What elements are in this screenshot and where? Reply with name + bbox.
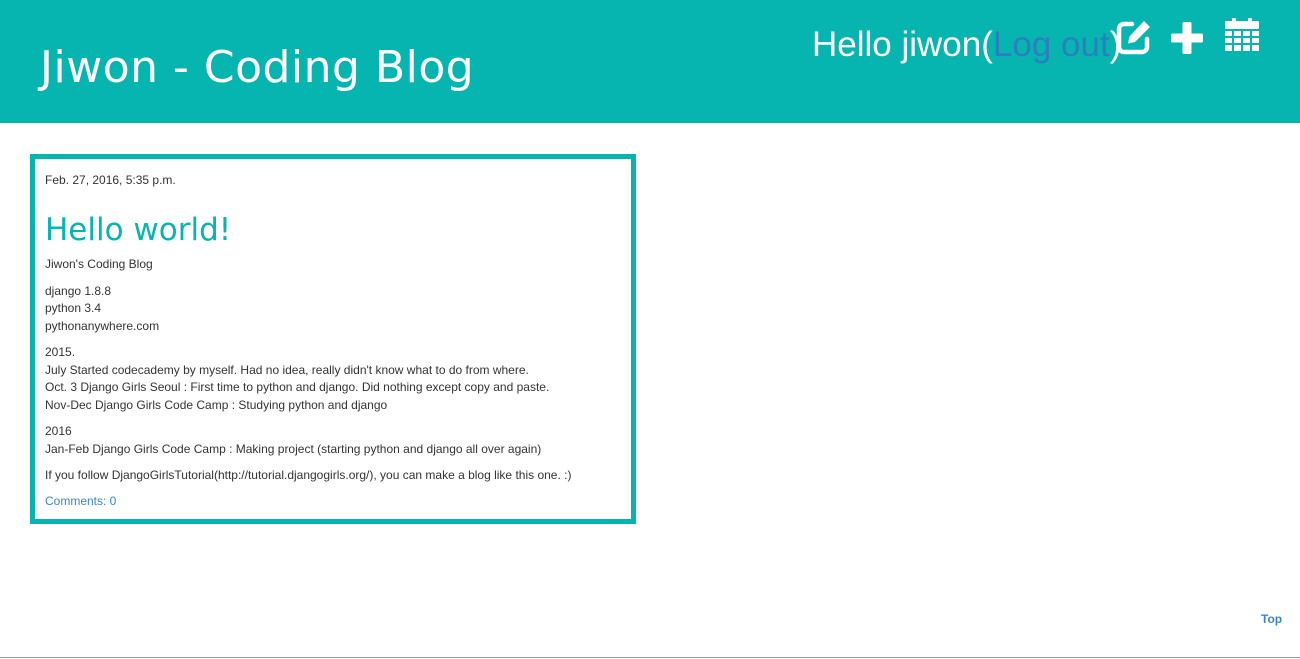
stack-item: pythonanywhere.com bbox=[45, 318, 160, 333]
post-intro: Jiwon's Coding Blog bbox=[45, 257, 153, 271]
year-heading: 2015. bbox=[45, 345, 76, 359]
stack-list: django 1.8.8 python 3.4 pythonanywhere.c… bbox=[45, 283, 621, 336]
post-card: Feb. 27, 2016, 5:35 p.m. Hello world! Ji… bbox=[30, 154, 636, 524]
stack-item: python 3.4 bbox=[45, 301, 102, 315]
footer-divider bbox=[0, 657, 1300, 658]
post-body: Jiwon's Coding Blog django 1.8.8 python … bbox=[45, 256, 621, 485]
site-title[interactable]: Jiwon - Coding Blog bbox=[40, 40, 474, 96]
comments-link[interactable]: Comments: 0 bbox=[45, 494, 621, 508]
page-header: Jiwon - Coding Blog Hello jiwon(Log out) bbox=[0, 0, 1300, 123]
logout-link[interactable]: Log out bbox=[993, 25, 1110, 64]
plus-icon[interactable] bbox=[1169, 20, 1205, 56]
timeline-line: Jan-Feb Django Girls Code Camp : Making … bbox=[45, 441, 542, 456]
timeline-2016: 2016 Jan-Feb Django Girls Code Camp : Ma… bbox=[45, 423, 621, 458]
user-greeting: Hello jiwon(Log out) bbox=[812, 24, 1121, 66]
timeline-line: Oct. 3 Django Girls Seoul : First time t… bbox=[45, 380, 550, 394]
calendar-icon[interactable] bbox=[1224, 17, 1260, 55]
timeline-line: July Started codecademy by myself. Had n… bbox=[45, 362, 529, 377]
edit-icon[interactable] bbox=[1115, 18, 1153, 56]
greeting-text: Hello jiwon bbox=[812, 25, 982, 64]
post-title[interactable]: Hello world! bbox=[45, 211, 621, 249]
timeline-line: Nov-Dec Django Girls Code Camp : Studyin… bbox=[45, 397, 388, 412]
stack-item: django 1.8.8 bbox=[45, 283, 112, 298]
timeline-2015: 2015. July Started codecademy by myself.… bbox=[45, 344, 621, 414]
post-date: Feb. 27, 2016, 5:35 p.m. bbox=[45, 173, 176, 187]
year-heading: 2016 bbox=[45, 424, 72, 438]
open-paren: ( bbox=[981, 25, 993, 64]
back-to-top-link[interactable]: Top bbox=[1261, 612, 1282, 626]
post-closing: If you follow DjangoGirlsTutorial(http:/… bbox=[45, 468, 572, 482]
